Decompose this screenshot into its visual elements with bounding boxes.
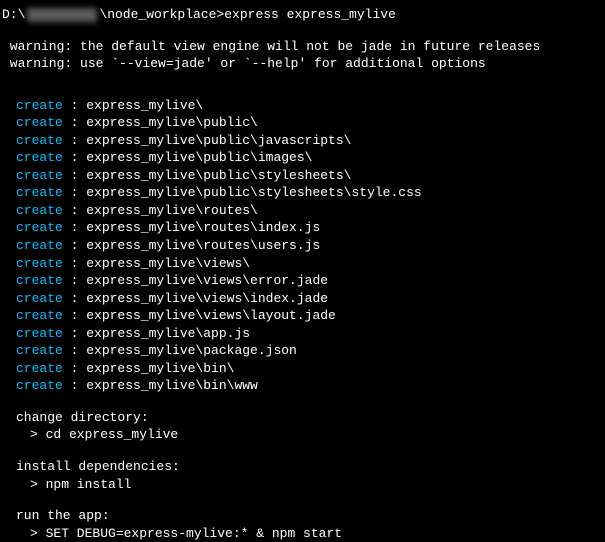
create-line: create : express_mylive\bin\ [16, 360, 603, 378]
command-prompt: D:\ \node_workplace>express express_myliv… [2, 6, 603, 24]
create-line: create : express_mylive\views\error.jade [16, 272, 603, 290]
create-line: create : express_mylive\public\ [16, 114, 603, 132]
create-line: create : express_mylive\app.js [16, 325, 603, 343]
create-line: create : express_mylive\public\javascrip… [16, 132, 603, 150]
create-keyword: create [16, 203, 63, 218]
create-keyword: create [16, 98, 63, 113]
command-text: express express_mylive [224, 7, 396, 22]
create-path: : [63, 343, 86, 358]
instruction-cmd: > cd express_mylive [16, 426, 603, 444]
instruction-install-deps: install dependencies: > npm install [16, 458, 603, 493]
create-path: : [63, 238, 86, 253]
create-path: : [63, 168, 86, 183]
create-line: create : express_mylive\routes\ [16, 202, 603, 220]
drive-letter: D:\ [2, 7, 25, 22]
create-path-value: express_mylive\public\javascripts\ [86, 133, 351, 148]
create-keyword: create [16, 168, 63, 183]
instruction-title: change directory: [16, 409, 603, 427]
instruction-cmd: > SET DEBUG=express-mylive:* & npm start [16, 525, 603, 542]
create-path-value: express_mylive\package.json [86, 343, 297, 358]
create-path-value: express_mylive\routes\index.js [86, 220, 320, 235]
create-keyword: create [16, 291, 63, 306]
create-line: create : express_mylive\views\ [16, 255, 603, 273]
create-path: : [63, 203, 86, 218]
create-keyword: create [16, 361, 63, 376]
create-keyword: create [16, 273, 63, 288]
instruction-cmd: > npm install [16, 476, 603, 494]
create-keyword: create [16, 185, 63, 200]
create-keyword: create [16, 343, 63, 358]
create-path: : [63, 308, 86, 323]
warning-line: warning: use `--view=jade' or `--help' f… [2, 55, 603, 73]
create-path: : [63, 273, 86, 288]
create-path: : [63, 326, 86, 341]
create-line: create : express_mylive\ [16, 97, 603, 115]
create-path-value: express_mylive\app.js [86, 326, 250, 341]
warning-line: warning: the default view engine will no… [2, 38, 603, 56]
create-path: : [63, 185, 86, 200]
create-keyword: create [16, 133, 63, 148]
create-line: create : express_mylive\routes\users.js [16, 237, 603, 255]
create-line: create : express_mylive\public\styleshee… [16, 184, 603, 202]
create-path-value: express_mylive\views\layout.jade [86, 308, 336, 323]
create-path-value: express_mylive\views\ [86, 256, 250, 271]
create-line: create : express_mylive\public\images\ [16, 149, 603, 167]
create-path-value: express_mylive\views\index.jade [86, 291, 328, 306]
warnings-block: warning: the default view engine will no… [2, 38, 603, 73]
instructions-block: change directory: > cd express_mylive in… [2, 409, 603, 542]
create-keyword: create [16, 326, 63, 341]
create-keyword: create [16, 220, 63, 235]
create-path: : [63, 220, 86, 235]
create-path: : [63, 115, 86, 130]
path-suffix: \node_workplace> [99, 7, 224, 22]
create-line: create : express_mylive\public\styleshee… [16, 167, 603, 185]
create-keyword: create [16, 238, 63, 253]
create-path: : [63, 361, 86, 376]
create-path: : [63, 378, 86, 393]
create-keyword: create [16, 378, 63, 393]
create-path: : [63, 291, 86, 306]
create-path-value: express_mylive\routes\users.js [86, 238, 320, 253]
create-path: : [63, 256, 86, 271]
create-line: create : express_mylive\package.json [16, 342, 603, 360]
create-path-value: express_mylive\public\stylesheets\style.… [86, 185, 421, 200]
create-line: create : express_mylive\routes\index.js [16, 219, 603, 237]
create-line: create : express_mylive\views\index.jade [16, 290, 603, 308]
create-line: create : express_mylive\views\layout.jad… [16, 307, 603, 325]
create-line: create : express_mylive\bin\www [16, 377, 603, 395]
create-path: : [63, 98, 86, 113]
create-path-value: express_mylive\bin\www [86, 378, 258, 393]
create-keyword: create [16, 115, 63, 130]
create-list: create : express_mylive\ create : expres… [2, 97, 603, 395]
instruction-title: install dependencies: [16, 458, 603, 476]
instruction-title: run the app: [16, 507, 603, 525]
create-path: : [63, 150, 86, 165]
create-path: : [63, 133, 86, 148]
create-path-value: express_mylive\public\stylesheets\ [86, 168, 351, 183]
create-path-value: express_mylive\public\ [86, 115, 258, 130]
create-keyword: create [16, 150, 63, 165]
create-path-value: express_mylive\views\error.jade [86, 273, 328, 288]
create-path-value: express_mylive\bin\ [86, 361, 234, 376]
instruction-change-directory: change directory: > cd express_mylive [16, 409, 603, 444]
instruction-run-app: run the app: > SET DEBUG=express-mylive:… [16, 507, 603, 542]
create-path-value: express_mylive\public\images\ [86, 150, 312, 165]
redacted-path [27, 8, 97, 22]
create-path-value: express_mylive\ [86, 98, 203, 113]
create-keyword: create [16, 308, 63, 323]
create-keyword: create [16, 256, 63, 271]
create-path-value: express_mylive\routes\ [86, 203, 258, 218]
